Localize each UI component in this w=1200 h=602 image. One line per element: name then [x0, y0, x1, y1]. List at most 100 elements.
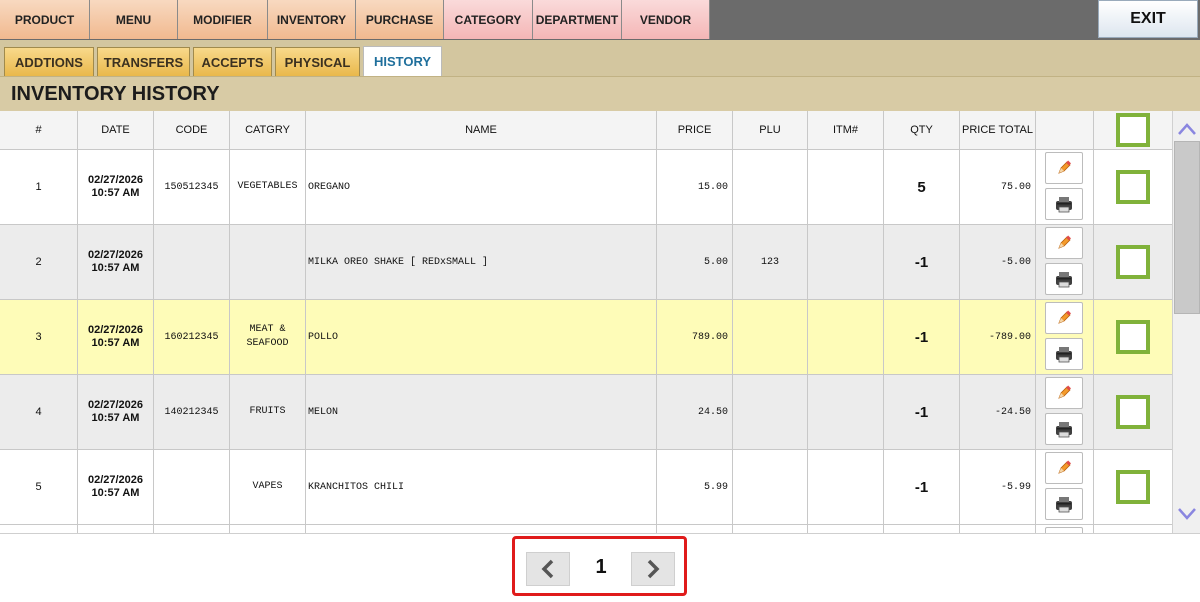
nav-department-button[interactable]: DEPARTMENT [533, 0, 622, 39]
header-actions [1036, 111, 1094, 149]
row-name: POLLO [306, 300, 657, 374]
header-qty: QTY [884, 111, 960, 149]
pencil-icon [1056, 385, 1072, 401]
scroll-up-icon[interactable] [1177, 121, 1197, 137]
table-row[interactable]: 5 02/27/2026 10:57 AM VAPES KRANCHITOS CHILI… [0, 450, 1172, 525]
row-item-number [808, 150, 884, 224]
tab-physical[interactable]: PHYSICAL [275, 47, 360, 76]
row-price-total: -5.00 [960, 225, 1036, 299]
edit-button[interactable] [1045, 452, 1083, 484]
row-date-text: 02/27/2026 [87, 174, 144, 186]
row-category: MEAT & SEAFOOD [230, 300, 306, 374]
nav-category-button[interactable]: CATEGORY [444, 0, 533, 39]
edit-button[interactable] [1045, 227, 1083, 259]
row-price-total-text: 75.00 [1000, 181, 1031, 193]
row-actions [1036, 300, 1094, 374]
pencil-icon [1056, 235, 1072, 251]
edit-button[interactable] [1045, 302, 1083, 334]
divider [0, 533, 1200, 534]
table-row[interactable]: 3 02/27/2026 10:57 AM 160212345 MEAT & SEAFOO… [0, 300, 1172, 375]
nav-product-button[interactable]: PRODUCT [0, 0, 90, 39]
history-table: # DATE CODE CATGRY NAME PRICE PLU ITM# Q… [0, 111, 1172, 534]
row-price-text: 15.00 [697, 181, 728, 193]
row-date: 02/27/2026 10:57 AM [78, 225, 154, 299]
row-price-total: -5.99 [960, 450, 1036, 524]
row-price-total: -789.00 [960, 300, 1036, 374]
tab-additions[interactable]: ADDTIONS [4, 47, 94, 76]
tab-history[interactable]: HISTORY [363, 46, 442, 76]
print-button[interactable] [1045, 188, 1083, 220]
row-price-total-text: -24.50 [994, 406, 1031, 418]
row-price-total-text: -5.99 [1000, 481, 1031, 493]
row-num: 1 [0, 150, 78, 224]
table-row[interactable]: 2 02/27/2026 10:57 AM MILKA OREO SHAKE [ RE… [0, 225, 1172, 300]
row-name-text: OREGANO [308, 181, 351, 193]
row-qty-text: -1 [914, 478, 929, 496]
edit-button[interactable] [1045, 152, 1083, 184]
row-item-number [808, 225, 884, 299]
row-category-line2: SEAFOOD [246, 338, 289, 349]
row-select-checkbox[interactable] [1116, 245, 1150, 279]
tab-transfers[interactable]: TRANSFERS [97, 47, 190, 76]
row-qty: 5 [884, 150, 960, 224]
nav-vendor-button[interactable]: VENDOR [622, 0, 710, 39]
row-plu [733, 375, 808, 449]
row-price-text: 5.00 [703, 256, 728, 268]
table-row[interactable]: 4 02/27/2026 10:57 AM 140212345 FRUITS MELON 2… [0, 375, 1172, 450]
print-button[interactable] [1045, 488, 1083, 520]
nav-purchase-button[interactable]: PURCHASE [356, 0, 444, 39]
edit-button[interactable] [1045, 377, 1083, 409]
row-qty-text: -1 [914, 328, 929, 346]
row-category [230, 225, 306, 299]
page-title: INVENTORY HISTORY [11, 83, 220, 105]
row-date: 02/27/2026 10:57 AM [78, 375, 154, 449]
vertical-scrollbar[interactable] [1172, 111, 1200, 534]
row-date: 02/27/2026 10:57 AM [78, 300, 154, 374]
row-qty: -1 [884, 450, 960, 524]
printer-icon [1054, 270, 1074, 288]
row-price-total-text: -789.00 [988, 331, 1031, 343]
next-page-button[interactable] [631, 552, 675, 586]
top-nav: PRODUCT MENU MODIFIER INVENTORY PURCHASE… [0, 0, 1200, 40]
tab-accepts[interactable]: ACCEPTS [193, 47, 272, 76]
print-button[interactable] [1045, 338, 1083, 370]
pencil-icon [1056, 160, 1072, 176]
row-time-text: 10:57 AM [91, 262, 140, 274]
nav-modifier-button[interactable]: MODIFIER [178, 0, 268, 39]
row-item-number [808, 375, 884, 449]
prev-page-button[interactable] [526, 552, 570, 586]
row-select-checkbox[interactable] [1116, 395, 1150, 429]
nav-inventory-button[interactable]: INVENTORY [268, 0, 356, 39]
nav-menu-button[interactable]: MENU [90, 0, 178, 39]
row-category: FRUITS [230, 375, 306, 449]
row-category: VEGETABLES [230, 150, 306, 224]
row-name: MILKA OREO SHAKE [ REDxSMALL ] [306, 225, 657, 299]
row-name: MELON [306, 375, 657, 449]
scroll-down-icon[interactable] [1177, 506, 1197, 522]
exit-button[interactable]: EXIT [1098, 0, 1198, 38]
header-price-total: PRICE TOTAL [960, 111, 1036, 149]
scrollbar-thumb[interactable] [1174, 141, 1200, 314]
row-price-text: 24.50 [697, 406, 728, 418]
row-price-total: -24.50 [960, 375, 1036, 449]
row-item-number [808, 450, 884, 524]
row-select-checkbox[interactable] [1116, 470, 1150, 504]
row-time-text: 10:57 AM [91, 187, 140, 199]
select-all-checkbox[interactable] [1116, 113, 1150, 147]
row-select-checkbox[interactable] [1116, 170, 1150, 204]
row-date-text: 02/27/2026 [87, 249, 144, 261]
print-button[interactable] [1045, 263, 1083, 295]
row-select-checkbox[interactable] [1116, 320, 1150, 354]
printer-icon [1054, 420, 1074, 438]
table-row[interactable]: 1 02/27/2026 10:57 AM 150512345 VEGETABLES OR… [0, 150, 1172, 225]
current-page-number: 1 [595, 556, 607, 578]
printer-icon [1054, 195, 1074, 213]
row-price: 5.00 [657, 225, 733, 299]
header-price: PRICE [657, 111, 733, 149]
row-code [154, 225, 230, 299]
print-button[interactable] [1045, 413, 1083, 445]
row-date-text: 02/27/2026 [87, 399, 144, 411]
row-code: 160212345 [154, 300, 230, 374]
row-code-text: 150512345 [164, 181, 219, 193]
row-select-cell [1094, 450, 1172, 524]
